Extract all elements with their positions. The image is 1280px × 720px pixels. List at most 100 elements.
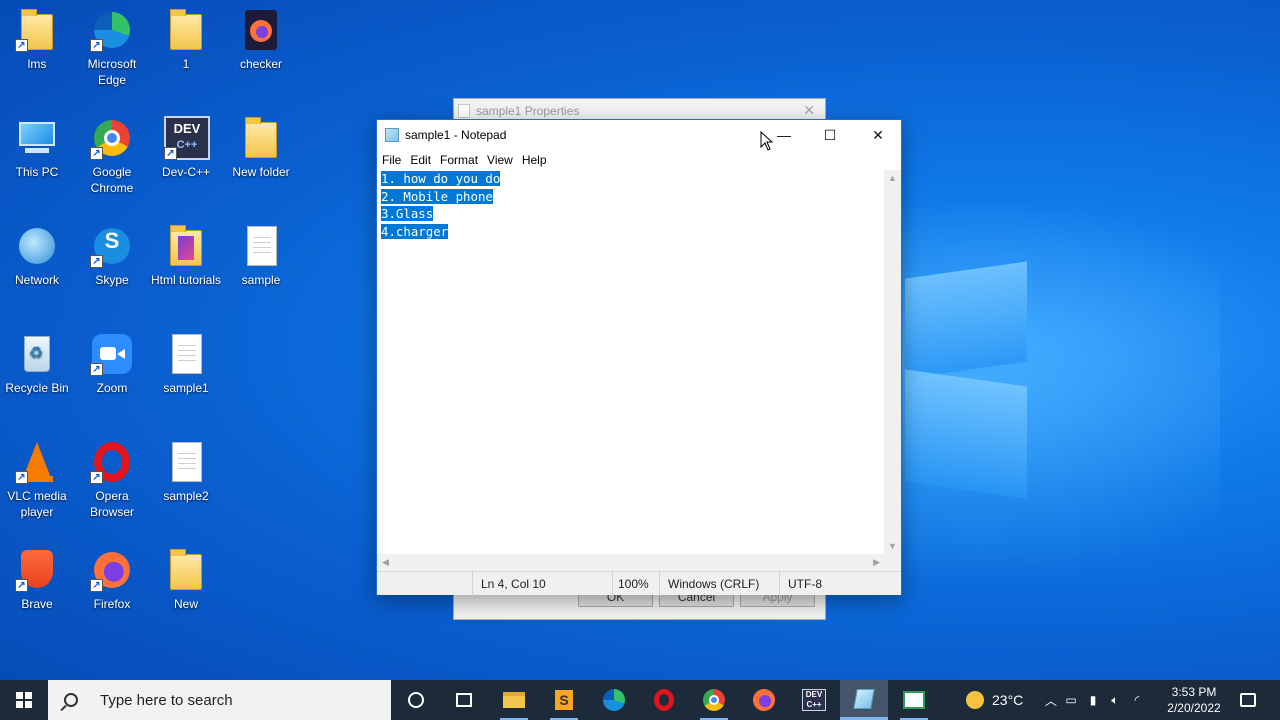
scroll-up-icon[interactable]: ▲	[888, 173, 897, 183]
desktop-icon-new[interactable]: New	[149, 548, 223, 612]
taskbar-notepad[interactable]	[840, 680, 888, 720]
desktop-icon-dev-cpp[interactable]: DEV C++ ↗ Dev-C++	[149, 116, 223, 180]
menu-help[interactable]: Help	[522, 153, 547, 167]
desktop-icon-html-tutorials[interactable]: Html tutorials	[149, 224, 223, 288]
window-app-icon	[903, 691, 925, 709]
text-document-icon	[239, 224, 283, 268]
window-title: sample1 - Notepad	[405, 128, 507, 142]
mouse-cursor-icon	[760, 131, 774, 151]
close-icon[interactable]: ✕	[803, 102, 815, 119]
firefox-icon	[753, 689, 775, 711]
taskbar: Type here to search S DEV C++ 23°C ︿ ▭ ▮…	[0, 680, 1280, 720]
sublime-icon: S	[555, 690, 573, 710]
network-icon	[15, 224, 59, 268]
taskbar-firefox[interactable]	[740, 680, 788, 720]
wifi-icon[interactable]: ◜	[1126, 693, 1148, 707]
windows-logo-icon	[16, 692, 32, 708]
taskbar-terminal[interactable]	[890, 680, 938, 720]
wallpaper-logo-pane	[905, 369, 1027, 499]
horizontal-scrollbar[interactable]: ◀ ▶	[377, 554, 885, 571]
notepad-icon	[853, 688, 875, 709]
desktop-icon-zoom[interactable]: ↗ Zoom	[75, 332, 149, 396]
taskbar-chrome[interactable]	[690, 680, 738, 720]
task-view-button[interactable]	[440, 680, 488, 720]
taskbar-sublime[interactable]: S	[540, 680, 588, 720]
notepad-title-bar[interactable]: sample1 - Notepad — ☐ ✕	[377, 120, 901, 150]
clock-date: 2/20/2022	[1167, 701, 1221, 715]
text-document-icon	[164, 332, 208, 376]
usb-drive-icon[interactable]: ▮	[1082, 693, 1104, 707]
folder-icon	[239, 116, 283, 160]
desktop-icon-sample2[interactable]: sample2	[149, 440, 223, 504]
recycle-bin-icon: ♻	[15, 332, 59, 376]
start-button[interactable]	[0, 680, 48, 720]
line-ending: Windows (CRLF)	[668, 577, 760, 591]
network-status-icon[interactable]: ▭	[1060, 693, 1082, 707]
cortana-button[interactable]	[392, 680, 440, 720]
scroll-right-icon[interactable]: ▶	[873, 557, 880, 568]
taskbar-opera[interactable]	[640, 680, 688, 720]
desktop-icon-sample[interactable]: sample	[224, 224, 298, 288]
desktop-icon-this-pc[interactable]: This PC	[0, 116, 74, 180]
desktop-icon-firefox[interactable]: ↗ Firefox	[75, 548, 149, 612]
system-tray: ︿ ▭ ▮ 🔈︎ ◜	[1042, 680, 1148, 720]
brave-lion-icon: ↗	[15, 548, 59, 592]
clock-time: 3:53 PM	[1171, 685, 1217, 699]
taskbar-dev-cpp[interactable]: DEV C++	[790, 680, 838, 720]
system-clock[interactable]: 3:53 PM 2/20/2022	[1158, 684, 1230, 716]
desktop-icon-brave[interactable]: ↗ Brave	[0, 548, 74, 612]
text-line: 1. how do you do	[377, 170, 885, 188]
menu-edit[interactable]: Edit	[410, 153, 431, 167]
folder-icon: ↗	[15, 8, 59, 52]
chrome-icon	[703, 689, 725, 711]
weather-widget[interactable]: 23°C	[966, 680, 1023, 720]
folder-icon	[164, 548, 208, 592]
taskbar-edge[interactable]	[590, 680, 638, 720]
desktop-icon-edge[interactable]: ↗ Microsoft Edge	[75, 8, 149, 88]
scroll-down-icon[interactable]: ▼	[888, 541, 897, 551]
skype-icon: S ↗	[90, 224, 134, 268]
menu-view[interactable]: View	[487, 153, 513, 167]
weather-sun-icon	[966, 691, 984, 709]
menu-file[interactable]: File	[382, 153, 401, 167]
zoom-level: 100%	[618, 577, 649, 591]
status-separator	[779, 572, 780, 596]
folder-icon	[164, 8, 208, 52]
desktop-icon-lms[interactable]: ↗ lms	[0, 8, 74, 72]
desktop-icon-vlc[interactable]: ↗ VLC media player	[0, 440, 74, 520]
text-line: 2. Mobile phone	[377, 188, 885, 206]
close-button[interactable]: ✕	[855, 120, 901, 150]
taskbar-search-box[interactable]: Type here to search	[48, 680, 391, 720]
encoding: UTF-8	[788, 577, 822, 591]
notification-center-button[interactable]	[1236, 680, 1260, 720]
taskbar-file-explorer[interactable]	[490, 680, 538, 720]
text-editor[interactable]: 1. how do you do 2. Mobile phone 3.Glass…	[377, 170, 885, 554]
notepad-window[interactable]: sample1 - Notepad — ☐ ✕ File Edit Format…	[376, 119, 902, 596]
dev-cpp-icon: DEV C++ ↗	[164, 116, 210, 160]
text-line: 4.charger	[377, 223, 885, 241]
desktop-icon-folder-1[interactable]: 1	[149, 8, 223, 72]
desktop-icon-network[interactable]: Network	[0, 224, 74, 288]
scroll-left-icon[interactable]: ◀	[382, 557, 389, 568]
desktop-icon-new-folder[interactable]: New folder	[224, 116, 298, 180]
dev-cpp-icon: DEV C++	[802, 689, 826, 711]
desktop-icon-skype[interactable]: S ↗ Skype	[75, 224, 149, 288]
edge-icon	[603, 689, 625, 711]
zoom-camera-icon: ↗	[90, 332, 134, 376]
vertical-scrollbar[interactable]: ▲ ▼	[884, 170, 901, 554]
volume-icon[interactable]: 🔈︎	[1104, 693, 1126, 708]
desktop-icon-sample1[interactable]: sample1	[149, 332, 223, 396]
desktop-icon-opera[interactable]: ↗ Opera Browser	[75, 440, 149, 520]
desktop-icon-recycle-bin[interactable]: ♻ Recycle Bin	[0, 332, 74, 396]
maximize-button[interactable]: ☐	[807, 120, 853, 150]
cursor-position: Ln 4, Col 10	[481, 577, 546, 591]
menu-format[interactable]: Format	[440, 153, 478, 167]
desktop-icon-checker[interactable]: checker	[224, 8, 298, 72]
computer-icon	[15, 116, 59, 160]
menu-bar: File Edit Format View Help	[377, 150, 901, 170]
chevron-up-icon[interactable]: ︿	[1042, 692, 1060, 709]
selected-text: 1. how do you do	[381, 171, 501, 186]
edge-icon: ↗	[90, 8, 134, 52]
desktop-icon-chrome[interactable]: ↗ Google Chrome	[75, 116, 149, 196]
selected-text: 3.Glass	[381, 206, 434, 221]
